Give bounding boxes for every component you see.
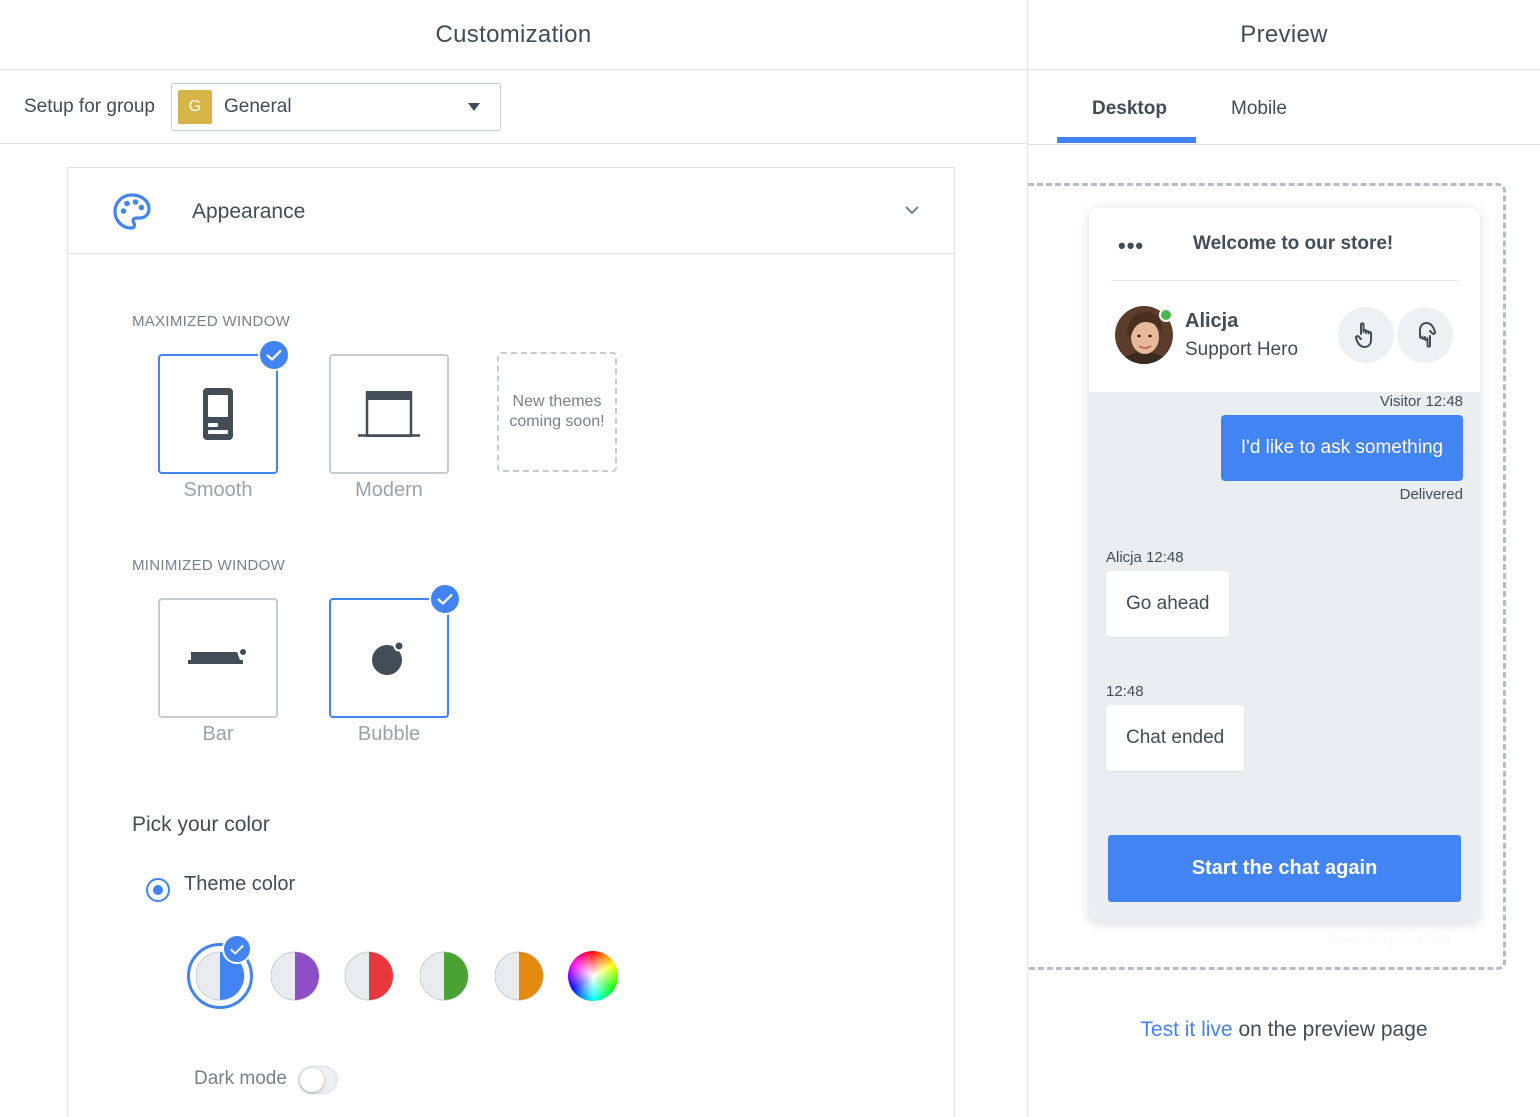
thumbs-up-icon [1354, 322, 1372, 348]
minimized-window-label: MINIMIZED WINDOW [132, 557, 286, 574]
theme-bubble-label: Bubble [357, 723, 421, 745]
system-message-meta: 12:48 [1106, 683, 1144, 700]
setup-group-label: Setup for group [24, 95, 155, 117]
swatch-check-icon [222, 934, 252, 964]
palette-icon [113, 193, 151, 230]
theme-modern-tile[interactable] [329, 354, 449, 474]
phone-icon [203, 388, 233, 440]
appearance-header[interactable]: Appearance [68, 168, 954, 254]
smooth-check-icon [258, 339, 290, 371]
dark-mode-toggle[interactable] [298, 1066, 338, 1094]
bubble-icon [372, 641, 405, 675]
group-select[interactable]: G General [170, 82, 501, 131]
agent-role: Support Hero [1185, 339, 1299, 360]
caret-down-icon [467, 102, 480, 111]
appearance-card: Appearance MAXIMIZED WINDOW Smooth Moder… [67, 167, 955, 1117]
powered-by-livechat[interactable]: Powered by LiveChat [1328, 932, 1449, 946]
new-themes-text: New themes coming soon! [509, 393, 605, 430]
swatch-green[interactable] [419, 951, 469, 1001]
tab-desktop[interactable]: Desktop [1092, 98, 1167, 120]
test-live-suffix: on the preview page [1232, 1018, 1428, 1041]
active-tab-indicator [1057, 137, 1196, 143]
theme-bar-label: Bar [202, 723, 234, 745]
customization-title: Customization [435, 20, 592, 48]
test-it-live-link[interactable]: Test it live [1140, 1018, 1232, 1041]
preview-tabs: Desktop Mobile [1028, 70, 1540, 145]
agent-message-meta: Alicja 12:48 [1106, 549, 1184, 566]
preview-title: Preview [1240, 20, 1328, 48]
theme-modern-label: Modern [355, 479, 423, 501]
theme-bar-tile[interactable] [158, 598, 278, 718]
theme-bubble-tile[interactable] [329, 598, 449, 718]
more-options-icon[interactable]: ••• [1118, 233, 1144, 259]
test-live-line: Test it live on the preview page [1028, 1018, 1540, 1042]
tab-mobile[interactable]: Mobile [1231, 98, 1287, 120]
maximized-window-label: MAXIMIZED WINDOW [132, 313, 291, 330]
agent-message-bubble: Go ahead [1106, 571, 1230, 637]
theme-smooth-tile[interactable] [158, 354, 278, 474]
bubble-check-icon [429, 583, 461, 615]
chat-window-preview: ••• Welcome to our store! Alicja Support… [1089, 208, 1480, 922]
thumbs-up-button[interactable] [1338, 307, 1394, 363]
swatch-orange[interactable] [494, 951, 544, 1001]
theme-smooth-label: Smooth [183, 479, 253, 501]
system-message-bubble: Chat ended [1106, 705, 1245, 771]
chevron-down-icon[interactable] [904, 202, 920, 218]
bar-icon [188, 649, 246, 664]
group-badge: G [177, 89, 212, 124]
swatch-custom-color-wheel[interactable] [568, 951, 618, 1001]
thumbs-down-icon [1419, 322, 1437, 348]
online-status-indicator [1159, 308, 1173, 322]
thumbs-down-button[interactable] [1397, 307, 1453, 363]
appearance-title: Appearance [192, 200, 306, 223]
start-chat-again-button[interactable]: Start the chat again [1108, 835, 1461, 902]
pick-color-title: Pick your color [132, 813, 270, 836]
dark-mode-label: Dark mode [194, 1068, 287, 1089]
swatch-purple[interactable] [270, 951, 320, 1001]
new-themes-placeholder: New themes coming soon! [497, 352, 617, 472]
theme-color-label: Theme color [184, 873, 296, 895]
chat-header-divider [1111, 280, 1458, 281]
visitor-message-meta: Visitor 12:48 [1379, 393, 1463, 410]
preview-header: Preview [1028, 0, 1540, 70]
customization-panel: Customization Setup for group G General … [0, 0, 1028, 1117]
theme-color-radio[interactable] [146, 878, 170, 902]
delivered-status: Delivered [1399, 486, 1463, 503]
window-icon [358, 391, 420, 437]
chat-title: Welcome to our store! [1193, 233, 1394, 254]
swatch-red[interactable] [344, 951, 394, 1001]
group-setup-row: Setup for group G General [0, 70, 1027, 144]
agent-name: Alicja [1185, 310, 1239, 332]
chat-header: ••• Welcome to our store! Alicja Support… [1089, 208, 1480, 392]
group-select-value: General [223, 95, 292, 117]
visitor-message-bubble: I'd like to ask something [1221, 415, 1463, 481]
customization-header: Customization [0, 0, 1027, 70]
